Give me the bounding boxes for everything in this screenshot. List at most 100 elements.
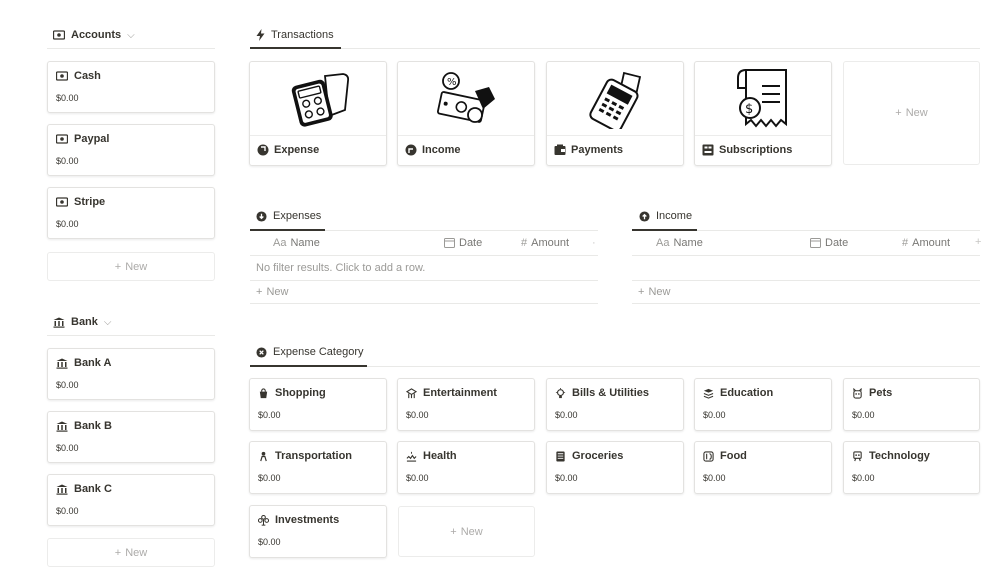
tab-transactions[interactable]: Transactions (256, 29, 334, 41)
expenses-col-amount[interactable]: # Amount (521, 237, 569, 249)
groceries-icon (555, 450, 566, 462)
col-label: Amount (531, 237, 570, 249)
empty-filter-message[interactable]: No filter results. Click to add a row. (256, 262, 425, 274)
account-card-stripe[interactable]: Stripe $0.00 (47, 187, 215, 239)
chevron-down-icon[interactable]: ⌵ (127, 30, 135, 41)
category-amount: $0.00 (258, 537, 281, 547)
tab-expenses[interactable]: Expenses (256, 210, 321, 222)
transactions-new-button[interactable]: + New (843, 61, 980, 165)
expense-icon (257, 144, 269, 156)
account-amount: $0.00 (56, 93, 79, 103)
category-amount: $0.00 (258, 473, 281, 483)
category-title: Entertainment (406, 387, 497, 399)
category-card-bills[interactable]: Bills & Utilities $0.00 (546, 378, 684, 431)
calendar-icon (444, 238, 455, 248)
bank-card-title: Bank C (56, 483, 112, 495)
gallery-card-subscriptions[interactable]: $ Subscriptions (694, 61, 832, 166)
bank-card-b[interactable]: Bank B $0.00 (47, 411, 215, 463)
account-name: Stripe (74, 196, 106, 208)
bank-card-a[interactable]: Bank A $0.00 (47, 348, 215, 400)
accounts-new-button[interactable]: + New (47, 252, 215, 281)
tab-expense-category[interactable]: Expense Category (256, 346, 364, 358)
money-icon (53, 30, 65, 40)
category-card-investments[interactable]: Investments $0.00 (249, 505, 387, 558)
gallery-card-label: Expense (257, 144, 319, 156)
technology-icon (852, 450, 863, 462)
category-card-entertainment[interactable]: Entertainment $0.00 (397, 378, 535, 431)
gallery-card-income[interactable]: % Income (397, 61, 535, 166)
category-amount: $0.00 (852, 410, 875, 420)
category-card-food[interactable]: Food $0.00 (694, 441, 832, 494)
gallery-card-payments[interactable]: Payments (546, 61, 684, 166)
divider (250, 280, 598, 281)
bank-header[interactable]: Bank ⌵ (53, 316, 112, 328)
divider (632, 303, 980, 304)
category-card-health[interactable]: Health $0.00 (397, 441, 535, 494)
category-card-technology[interactable]: Technology $0.00 (843, 441, 980, 494)
money-icon (56, 71, 68, 81)
category-title: Technology (852, 450, 930, 462)
category-name: Entertainment (423, 387, 497, 399)
bank-icon (56, 421, 68, 432)
receipt-illustration: $ (695, 62, 831, 136)
money-icon (56, 134, 68, 144)
account-title: Stripe (56, 196, 105, 208)
category-name: Investments (275, 514, 340, 526)
bank-new-button[interactable]: + New (47, 538, 215, 567)
number-type-icon: # (521, 237, 528, 249)
new-label: New (648, 286, 671, 298)
account-card-paypal[interactable]: Paypal $0.00 (47, 124, 215, 176)
divider (250, 255, 598, 256)
account-card-cash[interactable]: Cash $0.00 (47, 61, 215, 113)
category-card-pets[interactable]: Pets $0.00 (843, 378, 980, 431)
money-icon (56, 197, 68, 207)
chevron-down-icon[interactable]: ⌵ (104, 317, 112, 328)
gallery-card-label: Income (405, 144, 461, 156)
category-title: Groceries (555, 450, 623, 462)
plus-icon: + (638, 286, 645, 298)
tab-label: Expense Category (273, 346, 364, 358)
category-card-shopping[interactable]: Shopping $0.00 (249, 378, 387, 431)
expense-icon (256, 210, 267, 222)
category-new-button[interactable]: + New (398, 506, 535, 557)
gallery-card-label: Subscriptions (702, 144, 792, 156)
account-title: Paypal (56, 133, 109, 145)
category-title: Education (703, 387, 773, 399)
money-hand-illustration: % (398, 62, 534, 136)
new-label: New (460, 525, 483, 538)
bank-card-c[interactable]: Bank C $0.00 (47, 474, 215, 526)
plus-icon: + (114, 546, 122, 559)
new-label: New (125, 546, 148, 559)
shopping-icon (258, 387, 269, 399)
tab-label: Expenses (273, 210, 322, 222)
tab-income[interactable]: Income (639, 210, 692, 222)
expenses-new-row-button[interactable]: + New (256, 286, 288, 298)
category-card-education[interactable]: Education $0.00 (694, 378, 832, 431)
category-card-transportation[interactable]: Transportation $0.00 (249, 441, 387, 494)
bank-amount: $0.00 (56, 443, 79, 453)
expenses-col-date[interactable]: Date (444, 237, 482, 249)
income-col-amount[interactable]: # Amount (902, 237, 950, 249)
category-name: Health (423, 450, 457, 462)
plus-icon: + (895, 107, 902, 119)
category-amount: $0.00 (555, 473, 578, 483)
plus-icon: + (256, 286, 263, 298)
add-column-icon[interactable]: + (975, 236, 981, 248)
category-card-groceries[interactable]: Groceries $0.00 (546, 441, 684, 494)
accounts-header[interactable]: Accounts ⌵ (53, 29, 135, 41)
number-type-icon: # (902, 237, 909, 249)
gallery-card-expense[interactable]: Expense (249, 61, 387, 166)
bank-icon (56, 358, 68, 369)
category-title: Food (703, 450, 747, 462)
income-col-name[interactable]: Aa Name (656, 237, 703, 249)
bank-amount: $0.00 (56, 380, 79, 390)
add-column-icon[interactable]: · (592, 237, 596, 249)
income-new-row-button[interactable]: + New (638, 286, 670, 298)
calculator-illustration (250, 62, 386, 136)
expenses-col-name[interactable]: Aa Name (273, 237, 320, 249)
health-icon (406, 451, 417, 462)
category-title: Transportation (258, 450, 352, 462)
income-col-date[interactable]: Date (810, 237, 848, 249)
investments-icon (258, 514, 269, 526)
active-tab-indicator (250, 229, 325, 231)
